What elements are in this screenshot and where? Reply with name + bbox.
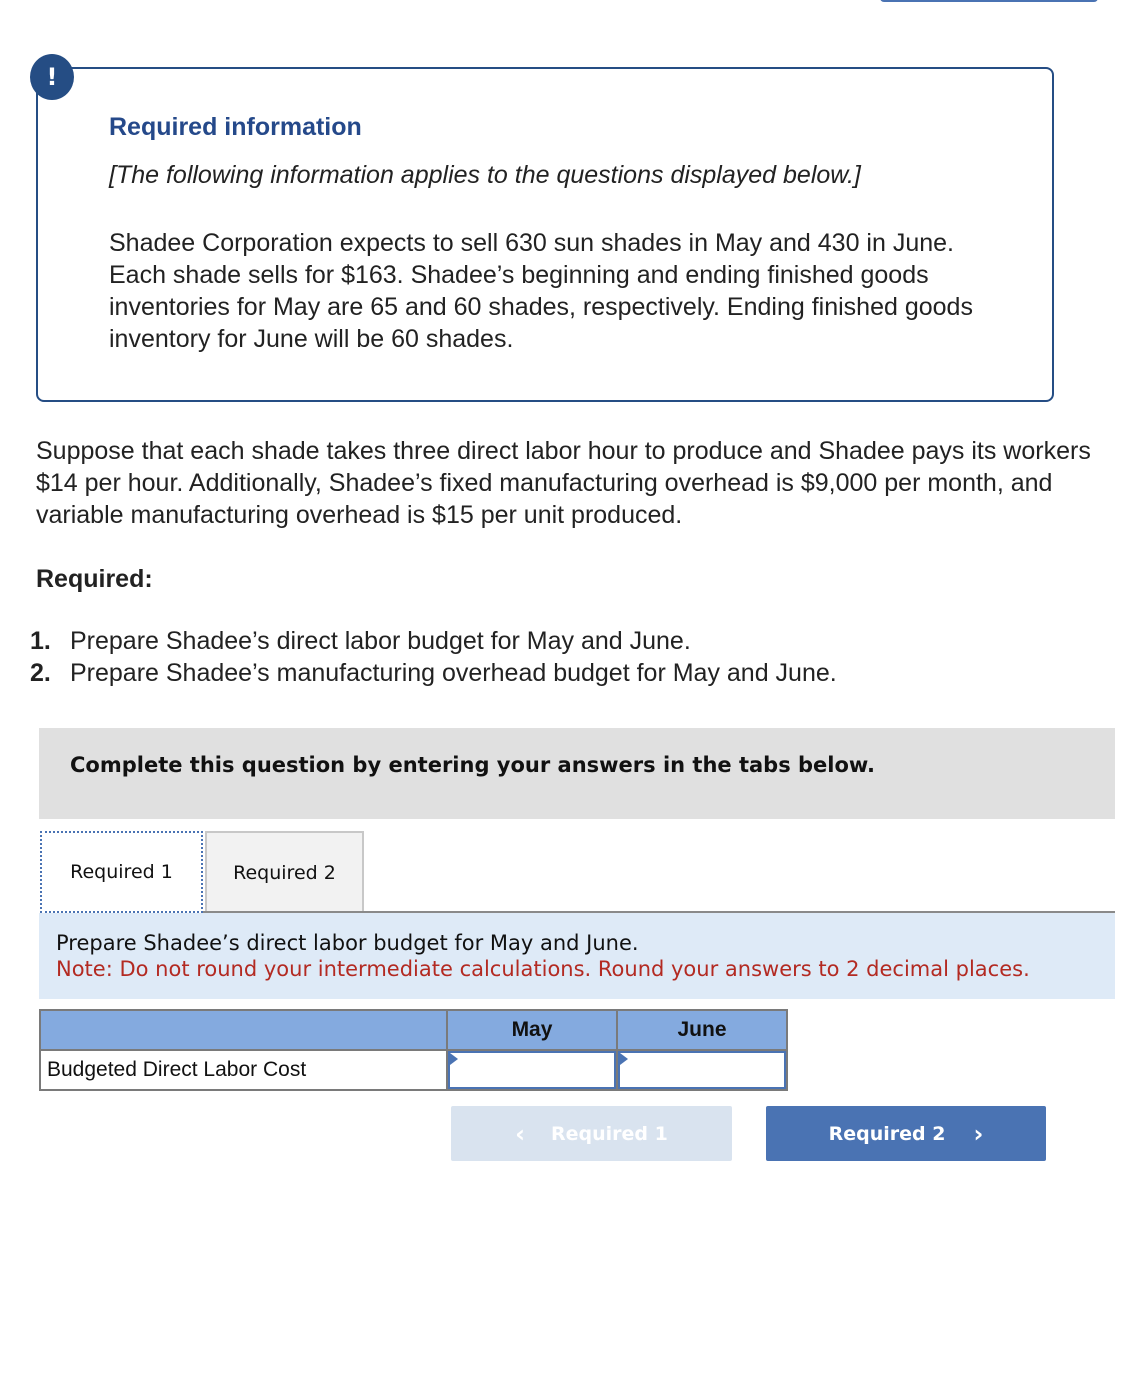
- column-header-june: June: [616, 1009, 788, 1051]
- prev-button-label: Required 1: [551, 1122, 668, 1145]
- chevron-left-icon: ‹: [515, 1119, 526, 1148]
- row-label: Budgeted Direct Labor Cost: [39, 1049, 448, 1091]
- info-body: Shadee Corporation expects to sell 630 s…: [109, 229, 973, 353]
- prev-required-1-button[interactable]: ‹ Required 1: [451, 1106, 732, 1161]
- alert-icon: !: [30, 54, 74, 100]
- requirements-list: 1. Prepare Shadee’s direct labor budget …: [30, 625, 837, 689]
- prompt-text: Prepare Shadee’s direct labor budget for…: [56, 931, 639, 955]
- instructions-text: Complete this question by entering your …: [70, 753, 875, 777]
- requirement-item: 1. Prepare Shadee’s direct labor budget …: [30, 625, 837, 657]
- june-cell: [616, 1049, 788, 1091]
- top-toolbar-button[interactable]: [880, 0, 1098, 2]
- table-row: Budgeted Direct Labor Cost: [39, 1049, 788, 1091]
- tab-required-2[interactable]: Required 2: [205, 831, 364, 913]
- column-header-label: [39, 1009, 448, 1051]
- input-flag-icon: [450, 1053, 458, 1065]
- prompt-note: Note: Do not round your intermediate cal…: [56, 957, 1030, 981]
- next-required-2-button[interactable]: Required 2 ›: [766, 1106, 1046, 1161]
- info-subtitle: [The following information applies to th…: [109, 161, 861, 189]
- requirement-number: 1.: [30, 627, 51, 655]
- required-heading: Required:: [36, 565, 153, 593]
- input-flag-icon: [620, 1053, 628, 1065]
- requirement-text: Prepare Shadee’s manufacturing overhead …: [70, 659, 837, 687]
- requirement-item: 2. Prepare Shadee’s manufacturing overhe…: [30, 657, 837, 689]
- requirement-number: 2.: [30, 659, 51, 687]
- may-direct-labor-cost-input[interactable]: [448, 1051, 616, 1089]
- info-title: Required information: [109, 113, 362, 141]
- question-paragraph: Suppose that each shade takes three dire…: [36, 437, 1091, 529]
- june-direct-labor-cost-input[interactable]: [618, 1051, 786, 1089]
- direct-labor-budget-table: May June Budgeted Direct Labor Cost: [39, 1009, 788, 1091]
- column-header-may: May: [446, 1009, 618, 1051]
- prompt-box: Prepare Shadee’s direct labor budget for…: [39, 913, 1115, 999]
- requirement-text: Prepare Shadee’s direct labor budget for…: [70, 627, 691, 655]
- may-cell: [446, 1049, 618, 1091]
- chevron-right-icon: ›: [973, 1119, 984, 1148]
- table-header-row: May June: [39, 1009, 788, 1051]
- next-button-label: Required 2: [828, 1122, 946, 1145]
- instructions-bar: Complete this question by entering your …: [39, 728, 1115, 819]
- tab-required-1[interactable]: Required 1: [40, 831, 203, 913]
